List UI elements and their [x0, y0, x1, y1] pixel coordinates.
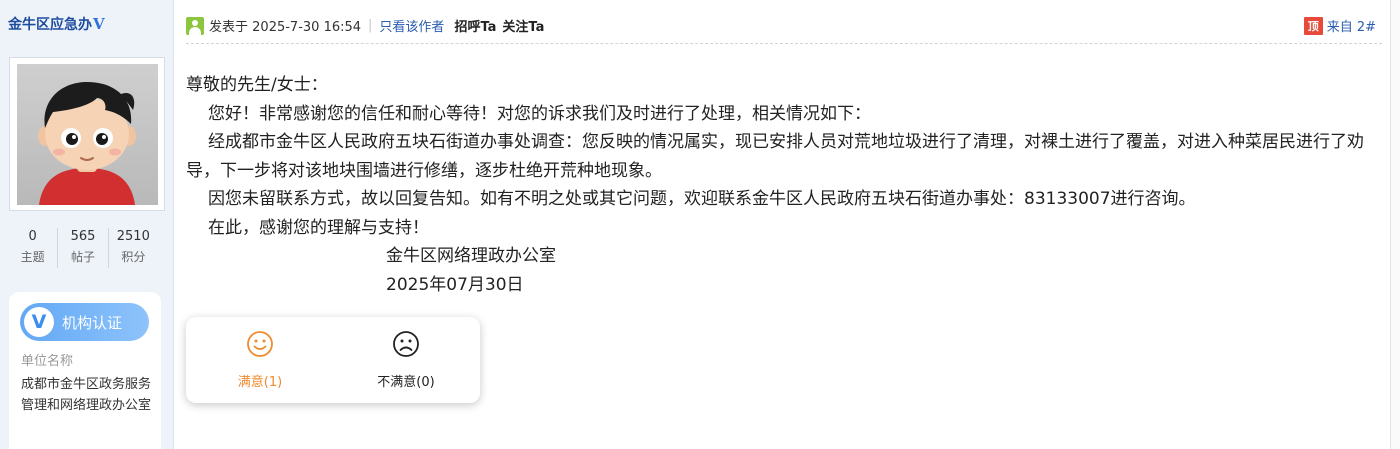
cartoon-boy-avatar-icon: [38, 82, 136, 205]
stat-points-value: 2510: [116, 229, 150, 244]
verified-v-circle-icon: V: [24, 307, 54, 337]
stat-topics[interactable]: 0 主题: [8, 228, 59, 268]
rating-card: 满意(1) 不满意(0): [186, 317, 480, 403]
posted-prefix: 发表于: [209, 20, 249, 35]
unit-name: 成都市金牛区政务服务管理和网络理政办公室: [21, 377, 152, 413]
floor-link[interactable]: 来自 2#: [1327, 16, 1376, 35]
verified-v-icon: V: [93, 15, 105, 33]
only-author-link[interactable]: 只看该作者: [379, 16, 444, 35]
online-user-icon: [186, 16, 204, 35]
stat-posts-value: 565: [70, 229, 96, 244]
author-stats: 0 主题 565 帖子 2510 积分: [8, 228, 158, 268]
top-floor-icon[interactable]: 顶: [1303, 16, 1323, 35]
author-name: 金牛区应急办: [8, 17, 92, 33]
floor-indicator: 顶 来自 2#: [1303, 16, 1376, 35]
stat-posts-label: 帖子: [70, 250, 95, 264]
post-header: 发表于 2025-7-30 16:54 | 只看该作者 招呼Ta 关注Ta 顶 …: [186, 8, 1382, 44]
satisfied-button[interactable]: 满意(1): [200, 317, 320, 403]
stat-posts[interactable]: 565 帖子: [58, 228, 109, 268]
page-scroll-edge[interactable]: [1390, 0, 1400, 449]
satisfied-label: 满意(1): [237, 375, 283, 390]
follow-button[interactable]: 关注Ta: [502, 16, 544, 35]
paragraph-3: 因您未留联系方式，故以回复告知。如有不明之处或其它问题，欢迎联系金牛区人民政府五…: [208, 189, 1196, 209]
stat-points[interactable]: 2510 积分: [109, 228, 158, 268]
author-sidebar: 金牛区应急办 V 0 主题 565 帖子 2510 积分 V 机构认证 单位名称…: [0, 0, 174, 449]
unsatisfied-label: 不满意(0): [377, 375, 435, 390]
org-certification-badge[interactable]: V 机构认证: [20, 303, 149, 341]
stat-points-label: 积分: [121, 250, 146, 264]
author-name-link[interactable]: 金牛区应急办 V: [8, 14, 105, 34]
avatar[interactable]: [17, 64, 158, 205]
unsatisfied-button[interactable]: 不满意(0): [346, 317, 466, 403]
post-time: 发表于 2025-7-30 16:54: [209, 16, 361, 35]
smile-face-icon: [247, 331, 273, 357]
paragraph-4: 在此，感谢您的理解与支持！: [208, 217, 429, 238]
certification-label: 机构认证: [62, 313, 123, 332]
stat-topics-value: 0: [28, 229, 37, 244]
signature-org: 金牛区网络理政办公室: [386, 246, 556, 266]
avatar-frame: [9, 57, 165, 211]
paragraph-1: 您好！非常感谢您的信任和耐心等待！对您的诉求我们及时进行了处理，相关情况如下：: [208, 103, 871, 124]
paragraph-2: 经成都市金牛区人民政府五块石街道办事处调查：您反映的情况属实，现已安排人员对荒地…: [186, 132, 1364, 181]
posted-time: 2025-7-30 16:54: [252, 20, 362, 35]
signature-date: 2025年07月30日: [386, 274, 524, 295]
frown-face-icon: [393, 331, 419, 357]
greet-button[interactable]: 招呼Ta: [454, 16, 496, 35]
unit-title: 单位名称: [21, 354, 74, 369]
stat-topics-label: 主题: [20, 250, 45, 264]
certification-card: V 机构认证 单位名称 成都市金牛区政务服务管理和网络理政办公室: [9, 292, 161, 449]
header-separator: |: [368, 18, 373, 33]
greeting-line: 尊敬的先生/女士：: [186, 75, 328, 95]
post-content: 尊敬的先生/女士： 您好！非常感谢您的信任和耐心等待！对您的诉求我们及时进行了处…: [186, 71, 1391, 299]
